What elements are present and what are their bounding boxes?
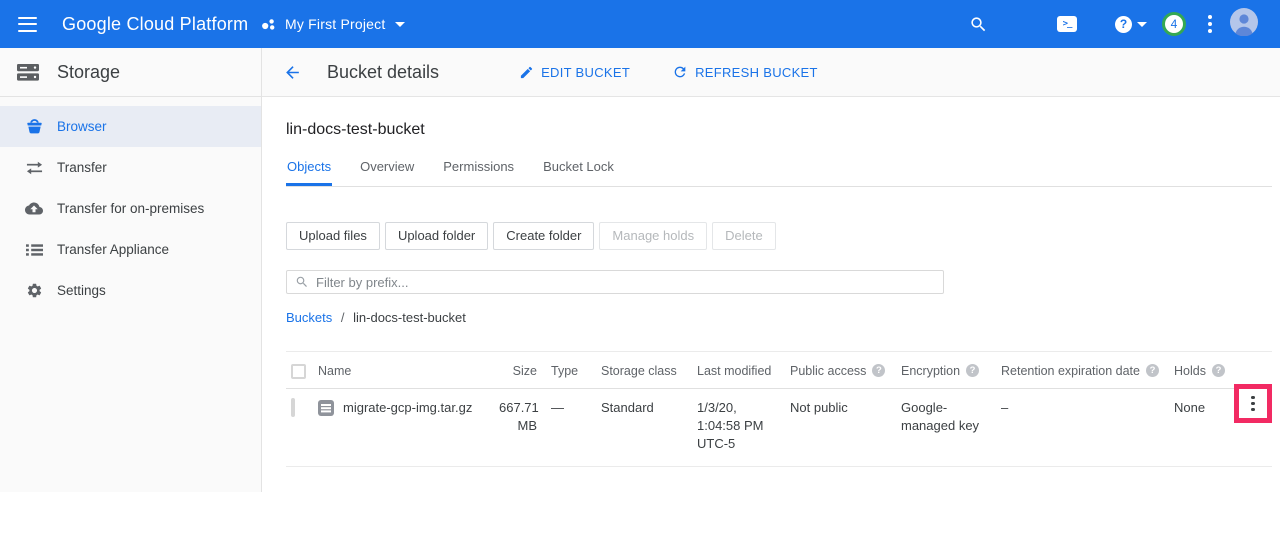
help-icon[interactable] xyxy=(966,364,979,377)
notifications-badge[interactable]: 4 xyxy=(1162,12,1186,36)
sidebar-item-label: Transfer Appliance xyxy=(57,242,169,257)
object-name-link[interactable]: migrate-gcp-img.tar.gz xyxy=(343,399,472,417)
filter-prefix-input[interactable] xyxy=(316,275,935,290)
chevron-down-icon xyxy=(1137,22,1147,27)
objects-table: Name Size Type Storage class Last modifi… xyxy=(286,351,1272,467)
refresh-icon xyxy=(672,64,688,80)
manage-holds-button[interactable]: Manage holds xyxy=(599,222,707,250)
storage-product-icon xyxy=(16,62,40,83)
table-header-row: Name Size Type Storage class Last modifi… xyxy=(286,351,1272,389)
sidebar-item-label: Transfer xyxy=(57,160,107,175)
sidebar-nav: Browser Transfer xyxy=(0,97,261,311)
help-icon: ? xyxy=(1115,16,1132,33)
bucket-details-header: Bucket details EDIT BUCKET REFRESH BUCKE… xyxy=(262,48,1280,97)
breadcrumb-separator: / xyxy=(341,310,345,325)
sidebar-item-browser[interactable]: Browser xyxy=(0,106,261,147)
chevron-down-icon xyxy=(395,22,405,27)
breadcrumb: Buckets / lin-docs-test-bucket xyxy=(286,310,1272,325)
gear-icon xyxy=(25,282,43,299)
cell-last-modified: 1/3/20, 1:04:58 PM UTC-5 xyxy=(697,389,790,466)
search-icon[interactable] xyxy=(969,15,988,34)
menu-hamburger-icon[interactable] xyxy=(18,12,42,36)
table-row: migrate-gcp-img.tar.gz 667.71 MB — Stand… xyxy=(286,389,1272,467)
sidebar-item-transfer-on-premises[interactable]: Transfer for on-premises xyxy=(0,188,261,229)
cell-storage-class: Standard xyxy=(601,389,697,466)
sidebar-item-label: Transfer for on-premises xyxy=(57,201,204,216)
sidebar-header: Storage xyxy=(0,48,261,97)
edit-bucket-button[interactable]: EDIT BUCKET xyxy=(519,65,630,80)
pencil-icon xyxy=(519,65,534,80)
cell-public-access: Not public xyxy=(790,389,901,466)
project-selector[interactable]: My First Project xyxy=(261,16,405,32)
cell-encryption: Google-managed key xyxy=(901,389,1001,466)
help-icon[interactable] xyxy=(872,364,885,377)
topbar-actions: >_ ? 4 xyxy=(969,8,1280,41)
help-icon[interactable] xyxy=(1212,364,1225,377)
gcp-console-screen: Google Cloud Platform My First Project >… xyxy=(0,0,1280,534)
cell-holds: None xyxy=(1174,389,1234,466)
column-header-size[interactable]: Size xyxy=(499,352,551,388)
app-body: Storage Browser xyxy=(0,48,1280,492)
top-navigation-bar: Google Cloud Platform My First Project >… xyxy=(0,0,1280,48)
search-icon xyxy=(295,275,309,289)
help-menu[interactable]: ? xyxy=(1115,16,1147,33)
cell-size: 667.71 MB xyxy=(499,389,551,466)
filter-prefix-box xyxy=(286,270,944,294)
main-panel: Bucket details EDIT BUCKET REFRESH BUCKE… xyxy=(262,48,1280,492)
cell-type: — xyxy=(551,389,601,466)
project-name: My First Project xyxy=(285,16,385,32)
upload-files-button[interactable]: Upload files xyxy=(286,222,380,250)
annotation-highlight-box xyxy=(1234,384,1272,423)
appliance-list-icon xyxy=(25,243,43,257)
tab-permissions[interactable]: Permissions xyxy=(442,153,515,186)
sidebar-item-settings[interactable]: Settings xyxy=(0,270,261,311)
column-header-name[interactable]: Name xyxy=(318,352,499,388)
row-checkbox[interactable] xyxy=(291,398,295,417)
page-title: Bucket details xyxy=(327,62,439,83)
breadcrumb-current: lin-docs-test-bucket xyxy=(353,310,466,325)
more-options-icon[interactable] xyxy=(1208,14,1212,35)
file-icon xyxy=(318,400,334,416)
row-menu-icon[interactable] xyxy=(1251,394,1254,413)
cloud-shell-icon[interactable]: >_ xyxy=(1057,16,1077,32)
select-all-checkbox[interactable] xyxy=(291,364,306,379)
column-header-holds[interactable]: Holds xyxy=(1174,352,1234,388)
bucket-content: lin-docs-test-bucket Objects Overview Pe… xyxy=(262,97,1280,467)
upload-folder-button[interactable]: Upload folder xyxy=(385,222,488,250)
column-header-last-modified[interactable]: Last modified xyxy=(697,352,790,388)
tab-bucket-lock[interactable]: Bucket Lock xyxy=(542,153,615,186)
objects-toolbar: Upload files Upload folder Create folder… xyxy=(286,222,1272,250)
tab-objects[interactable]: Objects xyxy=(286,153,332,186)
tab-overview[interactable]: Overview xyxy=(359,153,415,186)
sidebar-item-transfer[interactable]: Transfer xyxy=(0,147,261,188)
refresh-bucket-button[interactable]: REFRESH BUCKET xyxy=(672,64,818,80)
cell-retention: – xyxy=(1001,389,1174,466)
help-icon[interactable] xyxy=(1146,364,1159,377)
sidebar-item-label: Browser xyxy=(57,119,107,134)
column-header-type[interactable]: Type xyxy=(551,352,601,388)
transfer-arrows-icon xyxy=(25,161,43,175)
gcp-logo[interactable]: Google Cloud Platform xyxy=(62,14,244,35)
delete-button[interactable]: Delete xyxy=(712,222,776,250)
avatar[interactable] xyxy=(1230,8,1258,41)
sidebar-title: Storage xyxy=(57,62,120,83)
cloud-upload-icon xyxy=(25,201,43,216)
breadcrumb-buckets-link[interactable]: Buckets xyxy=(286,310,332,325)
project-icon xyxy=(261,17,276,32)
back-arrow-icon[interactable] xyxy=(283,63,302,82)
create-folder-button[interactable]: Create folder xyxy=(493,222,594,250)
storage-sidebar: Storage Browser xyxy=(0,48,262,492)
column-header-public-access[interactable]: Public access xyxy=(790,352,901,388)
bucket-tabs: Objects Overview Permissions Bucket Lock xyxy=(286,153,1272,187)
column-header-retention[interactable]: Retention expiration date xyxy=(1001,352,1174,388)
sidebar-item-label: Settings xyxy=(57,283,106,298)
bucket-name-title: lin-docs-test-bucket xyxy=(286,121,1272,139)
sidebar-item-transfer-appliance[interactable]: Transfer Appliance xyxy=(0,229,261,270)
bucket-icon xyxy=(25,118,43,135)
column-header-encryption[interactable]: Encryption xyxy=(901,352,1001,388)
column-header-storage-class[interactable]: Storage class xyxy=(601,352,697,388)
